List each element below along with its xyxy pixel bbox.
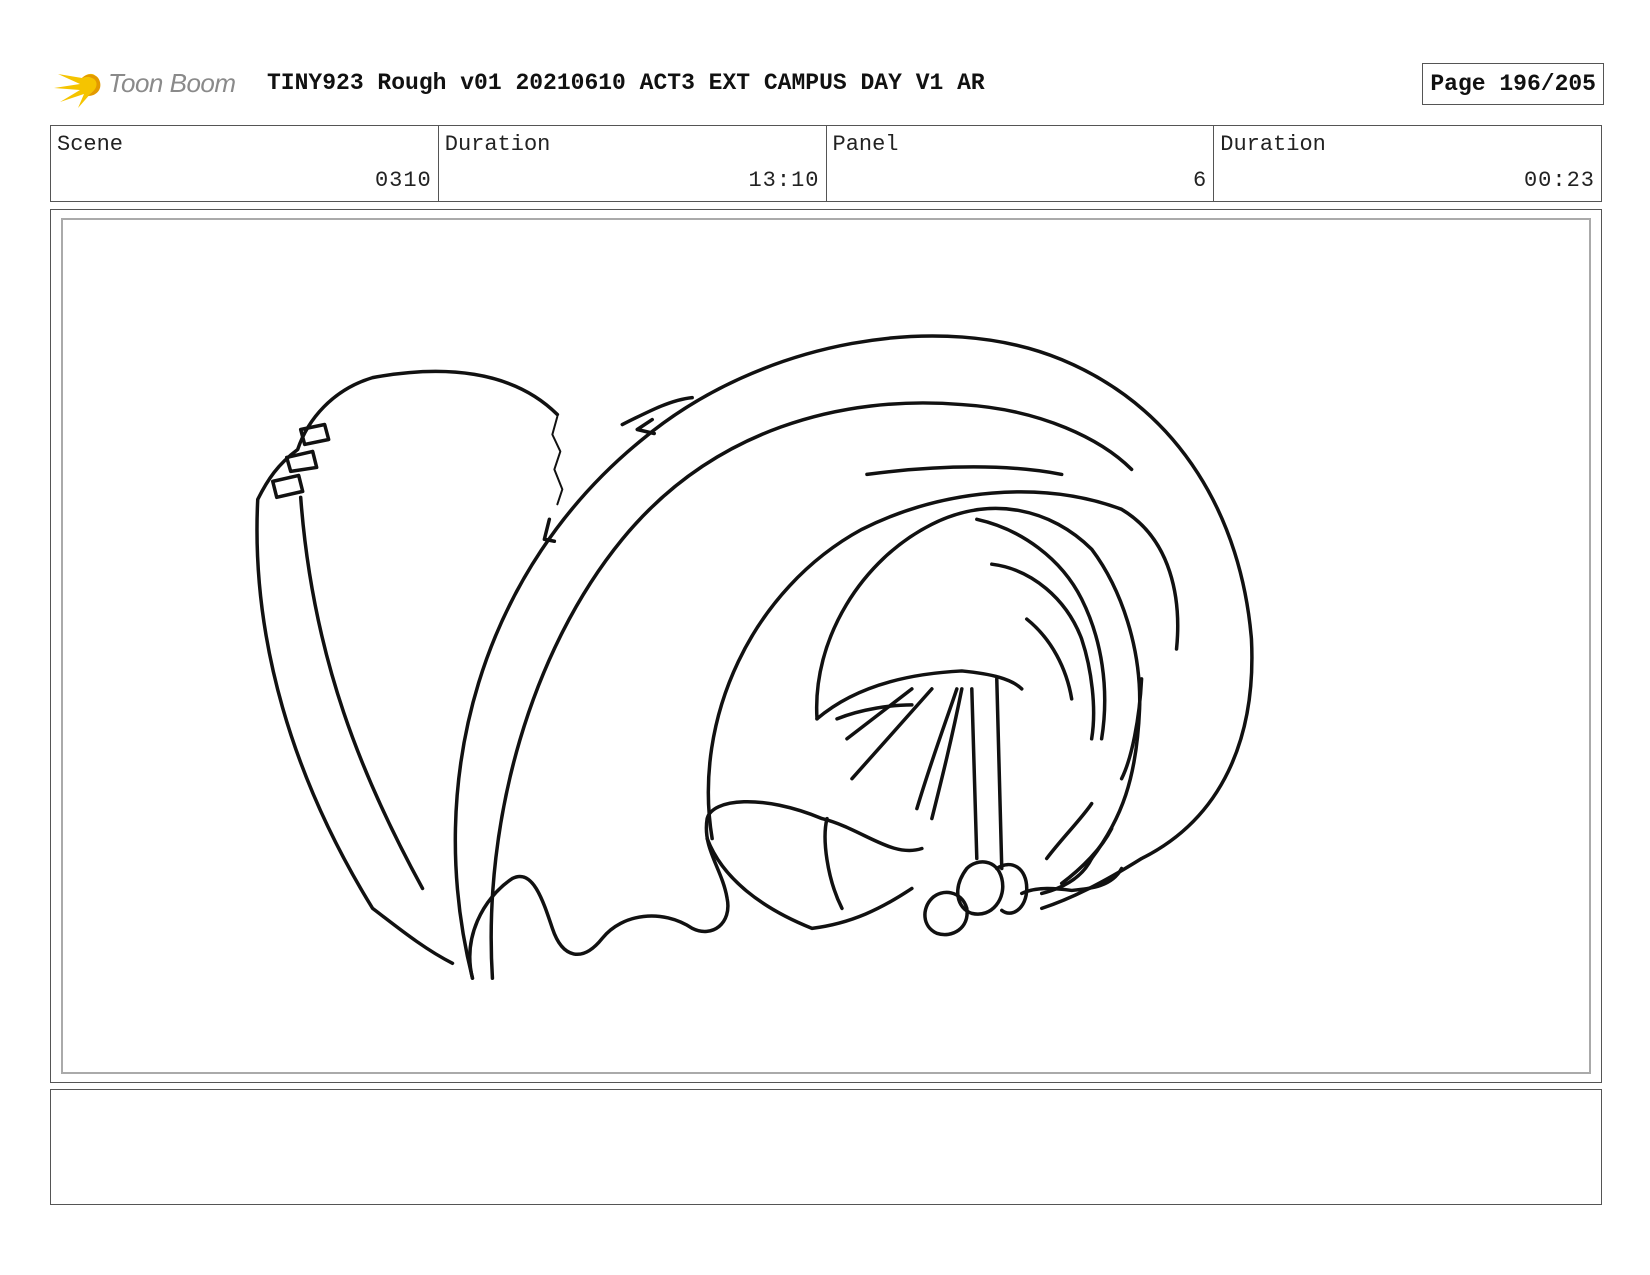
panel-cell: Panel 6 [827,126,1215,201]
panel-label: Panel [832,132,899,157]
scene-info-table: Scene 0310 Duration 13:10 Panel 6 Durati… [50,125,1602,202]
document-title: TINY923 Rough v01 20210610 ACT3 EXT CAMP… [267,70,985,96]
storyboard-panel-frame [50,209,1602,1083]
scene-duration-cell: Duration 13:10 [439,126,827,201]
scene-label: Scene [57,132,124,157]
sketch-wavy-edge [468,800,924,980]
sketch-main-arc [453,334,1254,980]
panel-duration-label: Duration [1220,132,1326,157]
storyboard-header: Toon Boom TINY923 Rough v01 20210610 ACT… [52,58,1604,108]
panel-notes-area [50,1089,1602,1205]
starburst-icon [54,64,101,108]
panel-sketch [255,334,1254,980]
scene-cell: Scene 0310 [51,126,439,201]
sketch-back-shape [255,369,560,966]
panel-duration-cell: Duration 00:23 [1214,126,1601,201]
panel-duration-value: 00:23 [1523,168,1595,193]
toon-boom-logo: Toon Boom [52,58,252,110]
panel-value: 6 [1193,168,1208,193]
panel-image-area [61,218,1591,1074]
scene-duration-label: Duration [444,132,551,157]
scene-value: 0310 [374,168,432,193]
scene-duration-value: 13:10 [748,168,820,193]
page-indicator: Page 196/205 [1422,63,1604,105]
logo-wordmark: Toon Boom [108,68,236,98]
